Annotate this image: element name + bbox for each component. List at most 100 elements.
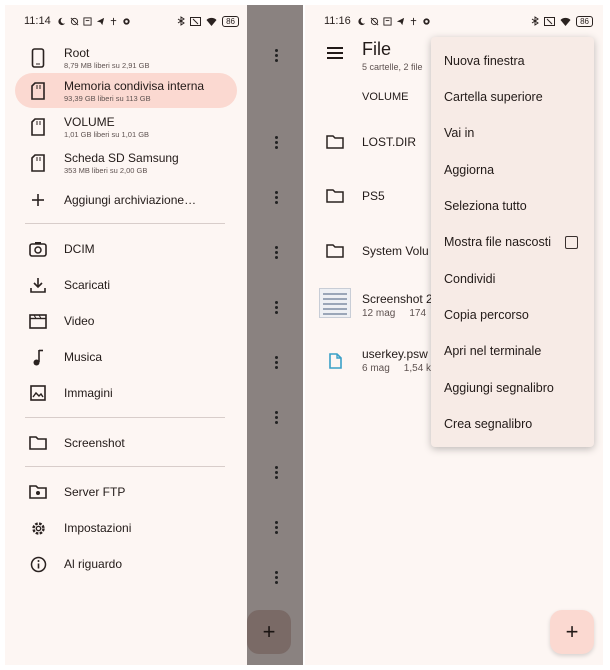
drawer-item-title: DCIM — [64, 242, 95, 256]
menu-icon[interactable] — [327, 47, 343, 62]
camera-icon — [27, 238, 49, 260]
drawer-item-ftp-server[interactable]: Server FTP — [15, 477, 237, 507]
drawer-item-title: Screenshot — [64, 436, 125, 450]
drawer-item-title: Scaricati — [64, 278, 111, 292]
menu-item-show-hidden-files[interactable]: Mostra file nascosti — [431, 224, 594, 260]
right-screen: 11:16 86 File 5 cartelle, 2 file VOLUME … — [305, 5, 603, 665]
menu-item-label: Nuova finestra — [444, 54, 525, 68]
alarm-off-icon — [70, 17, 79, 25]
folder-icon — [319, 238, 351, 264]
bluetooth-icon — [531, 16, 539, 26]
battery-indicator: 86 — [222, 15, 239, 27]
video-icon — [27, 310, 49, 332]
drawer-item-title: Memoria condivisa interna — [64, 78, 205, 93]
settings-notification-icon — [423, 17, 430, 25]
drawer-item-subtitle: 1,01 GB liberi su 1,01 GB — [64, 130, 150, 139]
more-options-icon[interactable] — [275, 136, 278, 149]
drawer-item-settings[interactable]: Impostazioni — [15, 513, 237, 543]
status-time: 11:14 — [24, 15, 51, 27]
page-title: File — [362, 39, 392, 59]
more-options-icon[interactable] — [275, 356, 278, 369]
usb-icon — [110, 17, 116, 25]
menu-item-new-window[interactable]: Nuova finestra — [431, 43, 594, 79]
page-scrim[interactable]: + — [247, 5, 303, 665]
more-options-icon[interactable] — [275, 571, 278, 584]
drawer-item-screenshot-bookmark[interactable]: Screenshot — [15, 428, 237, 458]
menu-item-refresh[interactable]: Aggiorna — [431, 152, 594, 188]
menu-item-label: Condividi — [444, 272, 496, 286]
menu-item-label: Aggiungi segnalibro — [444, 381, 554, 395]
drawer-item-about[interactable]: Al riguardo — [15, 549, 237, 579]
menu-item-create-bookmark[interactable]: Crea segnalibro — [431, 406, 594, 442]
drawer-divider — [25, 466, 225, 467]
drawer-item-video[interactable]: Video — [15, 306, 237, 336]
sim-off-icon — [190, 16, 202, 26]
overflow-menu: Nuova finestra Cartella superiore Vai in… — [431, 37, 594, 447]
more-options-icon[interactable] — [275, 466, 278, 479]
fab-add-button[interactable]: + — [247, 610, 291, 654]
more-options-icon[interactable] — [275, 521, 278, 534]
drawer-item-root[interactable]: Root 8,79 MB liberi su 2,91 GB — [15, 41, 237, 75]
more-options-icon[interactable] — [275, 49, 278, 62]
menu-item-label: Crea segnalibro — [444, 417, 533, 431]
image-thumbnail — [319, 288, 351, 318]
menu-item-share[interactable]: Condividi — [431, 261, 594, 297]
fab-label: + — [262, 619, 276, 644]
drawer-item-subtitle: 8,79 MB liberi su 2,91 GB — [64, 61, 150, 70]
image-icon — [27, 382, 49, 404]
folder-icon — [319, 183, 351, 209]
menu-item-add-bookmark[interactable]: Aggiungi segnalibro — [431, 370, 594, 406]
fab-add-button[interactable]: + — [550, 610, 594, 654]
telegram-icon — [96, 17, 104, 25]
menu-item-label: Cartella superiore — [444, 90, 543, 104]
file-date: 6 mag — [362, 363, 390, 374]
menu-item-copy-path[interactable]: Copia percorso — [431, 297, 594, 333]
gear-icon — [27, 517, 49, 539]
menu-item-open-in-terminal[interactable]: Apri nel terminale — [431, 333, 594, 369]
bluetooth-icon — [177, 16, 185, 26]
show-hidden-checkbox[interactable] — [565, 235, 578, 249]
settings-notification-icon — [123, 17, 130, 25]
drawer-item-subtitle: 93,39 GB liberi su 113 GB — [64, 93, 151, 103]
left-screen: + 11:14 86 Root 8,79 MB liberi su 2,91 G… — [5, 5, 303, 665]
sim-off-icon — [544, 16, 556, 26]
file-name: LOST.DIR — [362, 135, 417, 149]
menu-item-parent-folder[interactable]: Cartella superiore — [431, 79, 594, 115]
status-notification-icons — [57, 16, 131, 26]
sd-card-icon — [27, 116, 49, 138]
drawer-item-title: Server FTP — [64, 485, 126, 499]
phone-icon — [27, 47, 49, 69]
drawer-item-images[interactable]: Immagini — [15, 378, 237, 408]
drawer-item-title: Aggiungi archiviazione… — [64, 193, 197, 207]
drawer-item-title: Scheda SD Samsung — [64, 151, 179, 165]
status-system-icons: 86 — [177, 15, 239, 27]
drawer-item-internal-storage[interactable]: Memoria condivisa interna 93,39 GB liberi… — [15, 73, 237, 108]
drawer-item-subtitle: 353 MB liberi su 2,00 GB — [64, 166, 148, 175]
menu-item-select-all[interactable]: Seleziona tutto — [431, 188, 594, 224]
alarm-off-icon — [370, 17, 379, 25]
drawer-item-title: Immagini — [64, 386, 113, 400]
more-options-icon[interactable] — [275, 411, 278, 424]
drawer-item-add-storage[interactable]: Aggiungi archiviazione… — [15, 185, 237, 215]
wifi-icon — [560, 17, 571, 26]
drawer-item-title: Video — [64, 314, 95, 328]
fab-label: + — [565, 619, 579, 644]
drawer-item-title: Root — [64, 46, 90, 60]
drawer-divider — [25, 223, 225, 224]
drawer-item-dcim[interactable]: DCIM — [15, 234, 237, 264]
drawer-item-sd-card[interactable]: Scheda SD Samsung 353 MB liberi su 2,00 G… — [15, 146, 237, 180]
drawer-item-downloads[interactable]: Scaricati — [15, 270, 237, 300]
drawer-item-music[interactable]: Musica — [15, 342, 237, 372]
more-options-icon[interactable] — [275, 191, 278, 204]
more-options-icon[interactable] — [275, 301, 278, 314]
breadcrumb[interactable]: VOLUME — [362, 91, 408, 103]
moon-icon — [358, 17, 365, 25]
more-options-icon[interactable] — [275, 246, 278, 259]
moon-icon — [58, 17, 65, 25]
file-name: Screenshot 2 — [362, 292, 433, 306]
drawer-item-volume[interactable]: VOLUME 1,01 GB liberi su 1,01 GB — [15, 110, 237, 144]
menu-item-go-to[interactable]: Vai in — [431, 115, 594, 151]
menu-item-label: Aggiorna — [444, 163, 495, 177]
usb-icon — [410, 17, 416, 25]
status-system-icons: 86 — [531, 15, 593, 27]
